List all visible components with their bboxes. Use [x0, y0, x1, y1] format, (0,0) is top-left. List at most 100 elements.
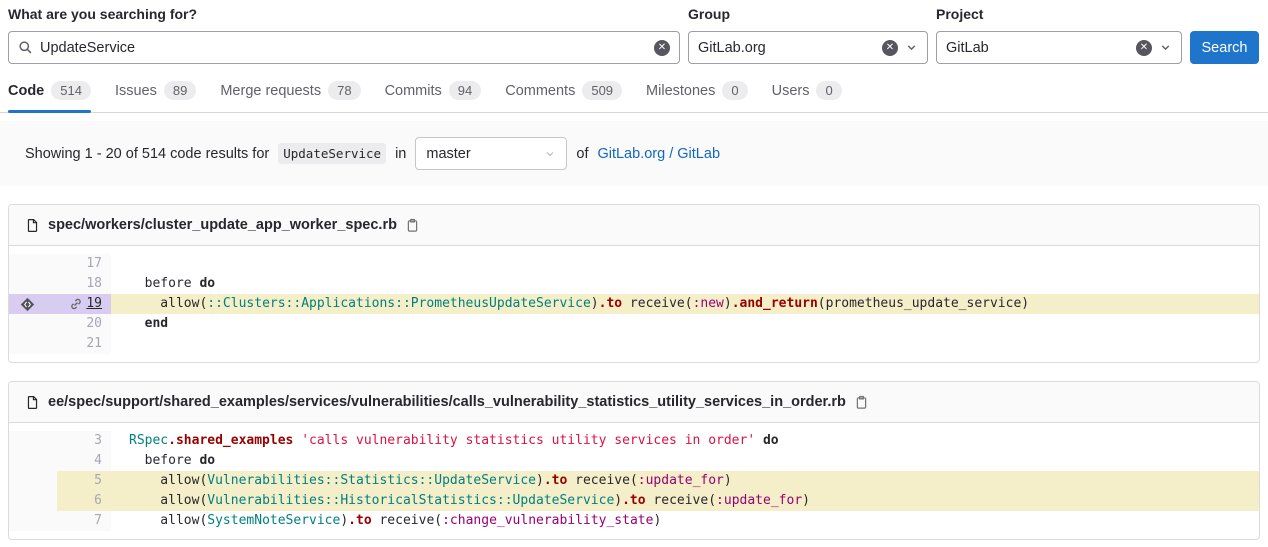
code-token: )	[614, 493, 622, 508]
tab-label: Code	[8, 83, 44, 99]
clear-project-icon[interactable]: ✕	[1136, 40, 1152, 56]
project-link[interactable]: GitLab	[677, 146, 720, 162]
code-token: do	[199, 453, 215, 468]
code-text: allow(Vulnerabilities::Statistics::Updat…	[111, 471, 1259, 491]
code-token: .to	[599, 296, 622, 311]
clear-search-icon[interactable]: ✕	[654, 40, 670, 56]
line-link-icon[interactable]	[69, 297, 83, 311]
code-token: allow(	[129, 296, 207, 311]
project-dropdown[interactable]: GitLab ✕	[936, 31, 1182, 64]
code-token: allow(	[129, 513, 207, 528]
breadcrumb-separator: /	[669, 146, 673, 162]
file-path-link[interactable]: ee/spec/support/shared_examples/services…	[48, 394, 846, 410]
query-chip: UpdateService	[278, 143, 386, 164]
tab-merge-requests[interactable]: Merge requests78	[220, 74, 360, 112]
code-token: .to	[348, 513, 371, 528]
line-gutter	[9, 294, 57, 314]
code-line: 7 allow(SystemNoteService).to receive(:c…	[9, 511, 1259, 531]
line-gutter	[9, 451, 57, 471]
code-token: Vulnerabilities::Statistics::UpdateServi…	[207, 473, 536, 488]
group-label: Group	[688, 6, 928, 22]
clear-group-icon[interactable]: ✕	[882, 40, 898, 56]
tab-users[interactable]: Users0	[772, 74, 842, 112]
line-number[interactable]: 6	[94, 491, 102, 511]
copy-file-path-icon[interactable]	[405, 218, 420, 233]
tab-comments[interactable]: Comments509	[505, 74, 622, 112]
summary-of-label: of	[576, 146, 588, 162]
code-line: 6 allow(Vulnerabilities::HistoricalStati…	[9, 491, 1259, 511]
code-snippet: 3 RSpec.shared_examples 'calls vulnerabil…	[9, 423, 1259, 539]
project-breadcrumb: GitLab.org / GitLab	[597, 146, 720, 162]
tab-count-badge: 94	[449, 81, 481, 100]
line-number-cell: 4	[57, 451, 111, 471]
results-summary-bar: Showing 1 - 20 of 514 code results for U…	[0, 121, 1268, 186]
code-token: before	[129, 276, 199, 291]
code-line: 19 allow(::Clusters::Applications::Prome…	[9, 294, 1259, 314]
tab-count-badge: 89	[164, 81, 196, 100]
line-number[interactable]: 4	[94, 451, 102, 471]
project-value: GitLab	[946, 40, 1129, 56]
code-token: :new	[693, 296, 724, 311]
line-number[interactable]: 18	[86, 274, 102, 294]
code-text	[111, 334, 1259, 354]
code-token	[755, 433, 763, 448]
code-token: receive(	[646, 493, 716, 508]
group-link[interactable]: GitLab.org	[597, 146, 665, 162]
line-number-cell: 19	[57, 294, 111, 314]
code-token: ::Clusters::Applications::PrometheusUpda…	[207, 296, 591, 311]
code-text: RSpec.shared_examples 'calls vulnerabili…	[111, 431, 1259, 451]
code-text: before do	[111, 274, 1259, 294]
code-token: .and_return	[732, 296, 818, 311]
tab-count-badge: 78	[328, 81, 360, 100]
line-number[interactable]: 7	[94, 511, 102, 531]
line-gutter	[9, 471, 57, 491]
ref-value: master	[426, 146, 538, 162]
line-gutter	[9, 314, 57, 334]
group-dropdown[interactable]: GitLab.org ✕	[688, 31, 928, 64]
code-text: allow(::Clusters::Applications::Promethe…	[111, 294, 1259, 314]
ref-selector[interactable]: master	[415, 137, 567, 170]
file-path-link[interactable]: spec/workers/cluster_update_app_worker_s…	[48, 217, 397, 233]
code-token: do	[763, 433, 779, 448]
file-header: ee/spec/support/shared_examples/services…	[9, 382, 1259, 423]
line-number[interactable]: 17	[86, 254, 102, 274]
code-token: )	[724, 473, 732, 488]
line-number-cell: 3	[57, 431, 111, 451]
search-icon	[18, 40, 33, 55]
search-input-box: ✕	[8, 31, 680, 64]
line-number-cell: 21	[57, 334, 111, 354]
code-token: .to	[544, 473, 567, 488]
search-button[interactable]: Search	[1190, 31, 1259, 64]
tab-label: Users	[772, 83, 810, 99]
code-result-card: ee/spec/support/shared_examples/services…	[8, 381, 1260, 540]
code-line: 17	[9, 254, 1259, 274]
line-number[interactable]: 3	[94, 431, 102, 451]
code-token: )	[340, 513, 348, 528]
code-line: 18 before do	[9, 274, 1259, 294]
code-result-card: spec/workers/cluster_update_app_worker_s…	[8, 204, 1260, 363]
search-input[interactable]	[40, 40, 647, 56]
line-gutter	[9, 431, 57, 451]
line-number[interactable]: 19	[86, 294, 102, 314]
line-number[interactable]: 21	[86, 334, 102, 354]
line-number[interactable]: 5	[94, 471, 102, 491]
code-text: end	[111, 314, 1259, 334]
line-number[interactable]: 20	[86, 314, 102, 334]
tab-milestones[interactable]: Milestones0	[646, 74, 748, 112]
file-icon	[25, 395, 40, 410]
code-token: RSpec	[129, 433, 168, 448]
diamond-marker-icon	[19, 296, 36, 313]
chevron-down-icon	[544, 148, 556, 160]
tab-label: Milestones	[646, 83, 715, 99]
code-token	[129, 316, 145, 331]
tab-issues[interactable]: Issues89	[115, 74, 196, 112]
code-token: )	[536, 473, 544, 488]
file-header: spec/workers/cluster_update_app_worker_s…	[9, 205, 1259, 246]
line-number-cell: 6	[57, 491, 111, 511]
tab-commits[interactable]: Commits94	[385, 74, 482, 112]
group-field-group: Group GitLab.org ✕	[688, 6, 928, 64]
tab-code[interactable]: Code514	[8, 74, 91, 112]
line-number-cell: 18	[57, 274, 111, 294]
copy-file-path-icon[interactable]	[854, 395, 869, 410]
chevron-down-icon	[1159, 41, 1172, 54]
